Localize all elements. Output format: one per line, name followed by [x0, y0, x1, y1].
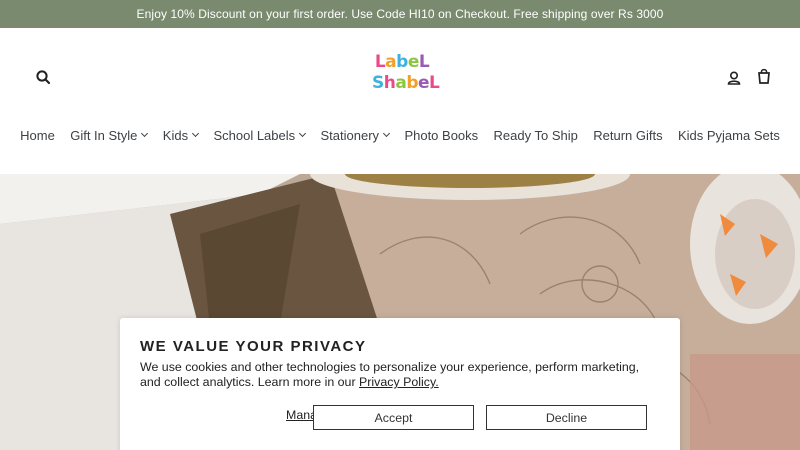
logo-line-2: ShabeL [372, 73, 440, 93]
nav-photo-books[interactable]: Photo Books [397, 125, 486, 145]
logo-line-1: LabeL [374, 52, 430, 72]
nav-label: Gift In Style [70, 127, 138, 143]
nav-label: Kids [162, 127, 189, 143]
chevron-down-icon [192, 129, 200, 138]
nav-label: Home [20, 127, 55, 143]
decline-button[interactable]: Decline [486, 405, 647, 430]
main-nav: Home Gift In Style Kids School Labels St… [0, 125, 800, 145]
privacy-title: WE VALUE YOUR PRIVACY [140, 338, 367, 355]
privacy-policy-link[interactable]: Privacy Policy. [359, 375, 439, 389]
user-icon [727, 71, 741, 85]
nav-school-labels[interactable]: School Labels [206, 125, 313, 145]
accept-button[interactable]: Accept [313, 405, 474, 430]
chevron-down-icon [141, 129, 149, 138]
privacy-body: We use cookies and other technologies to… [140, 360, 660, 390]
nav-kids[interactable]: Kids [155, 125, 206, 145]
nav-label: School Labels [213, 127, 296, 143]
site-logo[interactable]: LabeL ShabeL [372, 52, 440, 104]
nav-gift-in-style[interactable]: Gift In Style [63, 125, 156, 145]
search-button[interactable] [34, 68, 54, 88]
nav-label: Return Gifts [593, 127, 663, 143]
nav-home[interactable]: Home [12, 125, 62, 145]
nav-ready-to-ship[interactable]: Ready To Ship [486, 125, 586, 145]
nav-label: Photo Books [404, 127, 479, 143]
chevron-down-icon [299, 129, 307, 138]
announcement-bar: Enjoy 10% Discount on your first order. … [0, 0, 800, 28]
nav-stationery[interactable]: Stationery [313, 125, 397, 145]
nav-label: Kids Pyjama Sets [677, 127, 780, 143]
nav-label: Stationery [320, 127, 380, 143]
cart-button[interactable] [754, 66, 774, 86]
search-icon [36, 70, 51, 85]
privacy-banner: WE VALUE YOUR PRIVACY We use cookies and… [120, 318, 680, 450]
nav-label: Ready To Ship [493, 127, 578, 143]
cart-icon [758, 68, 770, 84]
nav-kids-pyjama-sets[interactable]: Kids Pyjama Sets [670, 125, 787, 145]
chevron-down-icon [383, 129, 391, 138]
site-header: LabeL ShabeL Home Gift In Style Kids Sch… [0, 28, 800, 174]
nav-return-gifts[interactable]: Return Gifts [586, 125, 671, 145]
account-button[interactable] [724, 68, 744, 88]
announcement-text: Enjoy 10% Discount on your first order. … [136, 7, 664, 21]
